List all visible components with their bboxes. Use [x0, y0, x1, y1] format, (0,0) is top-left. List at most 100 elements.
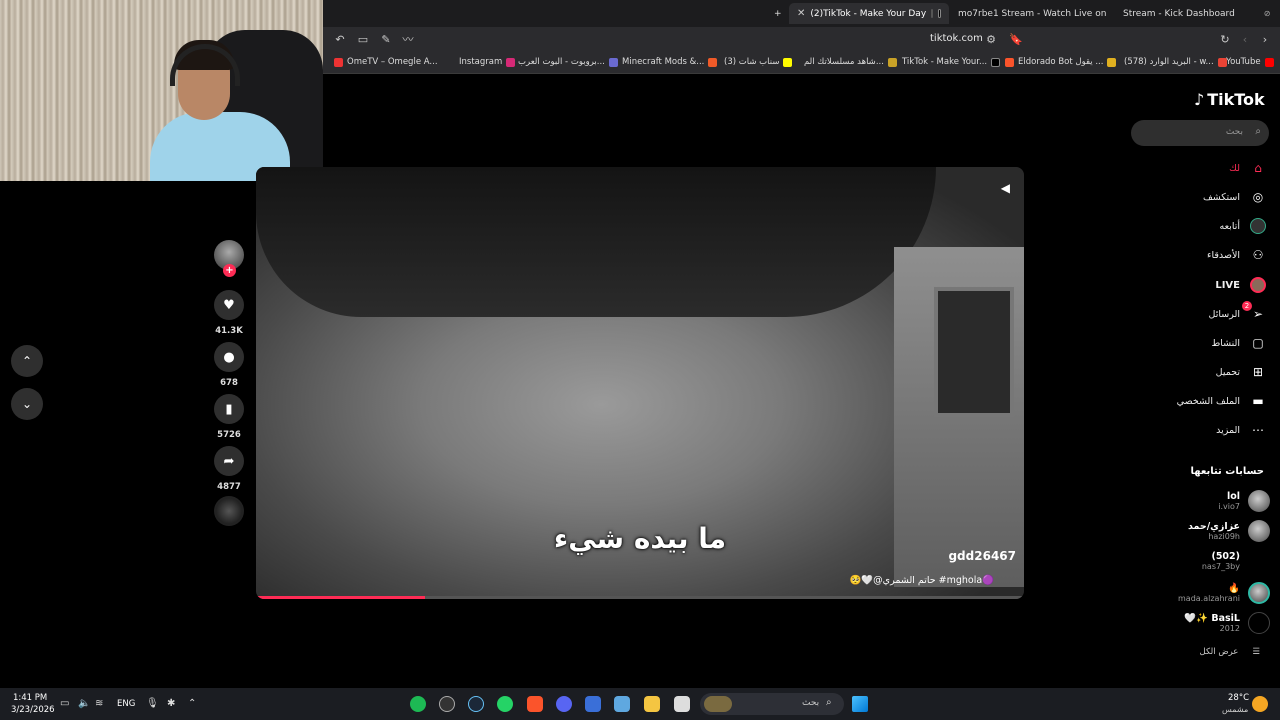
undo-icon[interactable]: ↶: [332, 32, 348, 48]
microphone-icon[interactable]: 🎙: [146, 698, 159, 709]
avatar: [1248, 520, 1270, 542]
follow-button[interactable]: +: [223, 264, 236, 277]
bluetooth-icon[interactable]: ✱: [167, 698, 175, 709]
task-view-icon[interactable]: [674, 696, 690, 712]
site-settings-icon[interactable]: ⚙: [983, 32, 999, 48]
bookmark-tiktok[interactable]: TikTok - Make Your...: [902, 57, 1001, 67]
bookmark-icon[interactable]: ▮: [214, 394, 244, 424]
battery-icon[interactable]: ▭: [60, 698, 69, 709]
bookmark-series[interactable]: شاهد مسلسلاتك الم...: [804, 57, 897, 67]
brave-icon: [1005, 57, 1014, 67]
following-account[interactable]: 🤍✨ BasiL 2012: [1184, 610, 1270, 636]
bookmark-icon[interactable]: 🔖: [1008, 32, 1024, 48]
share-icon[interactable]: ➦: [214, 446, 244, 476]
next-video-button[interactable]: ⌄: [11, 388, 43, 420]
comment-icon[interactable]: ●: [214, 342, 244, 372]
steam-icon[interactable]: [468, 696, 484, 712]
friends-icon: ⚇: [1252, 248, 1264, 262]
following-account[interactable]: 🔥 mada.alzahrani: [1178, 580, 1270, 606]
tab-kick-stream[interactable]: mo7rbe1 Stream - Watch Live on Kick: [950, 3, 1108, 24]
clock-date[interactable]: 3/23/2026: [11, 705, 55, 715]
avatar: [1248, 612, 1270, 634]
like-action: ♥ 41.3K: [214, 290, 244, 336]
windows-start-icon[interactable]: [852, 696, 868, 712]
address-bar[interactable]: tiktok.com: [930, 33, 983, 44]
previous-video-button[interactable]: ⌃: [11, 345, 43, 377]
tab-tiktok[interactable]: ✕ (2)TikTok - Make Your Day: [789, 3, 949, 24]
video-player[interactable]: ◀ ما بيده شيء gdd26467 🥺🤍@حاتم الشمري #m…: [256, 167, 1024, 599]
volume-icon[interactable]: 🔈: [78, 698, 90, 709]
video-author[interactable]: gdd26467: [948, 549, 1016, 563]
save-action: ▮ 5726: [214, 394, 244, 440]
photos-icon[interactable]: [614, 696, 630, 712]
taskbar-search[interactable]: بحث ⌕: [700, 693, 844, 715]
progress-bar[interactable]: [256, 596, 1024, 599]
bookmark-snapchat[interactable]: (3) سناب شات: [724, 57, 793, 67]
chevron-up-icon: ⌃: [21, 354, 33, 368]
mute-tab-icon[interactable]: [931, 9, 933, 18]
nav-live[interactable]: LIVE: [1215, 275, 1266, 295]
compass-icon: ◎: [1252, 190, 1264, 204]
tiktok-logo[interactable]: ♪ TikTok: [1194, 90, 1265, 109]
brave-icon[interactable]: [527, 696, 543, 712]
volume-icon[interactable]: ◀: [1001, 181, 1010, 195]
film-icon: [887, 57, 897, 67]
following-account[interactable]: (502) nas7_3by: [1202, 548, 1270, 574]
reload-icon[interactable]: ↻: [1217, 32, 1233, 48]
nav-more[interactable]: المزيد ⋯: [1216, 420, 1266, 440]
file-explorer-icon[interactable]: [644, 696, 660, 712]
nav-following[interactable]: أتابعه: [1220, 216, 1266, 236]
nav-upload[interactable]: تحميل ⊞: [1216, 362, 1266, 382]
ometv-icon: [334, 57, 343, 67]
tab-kick-dashboard[interactable]: Stream - Kick Dashboard ⊘: [1115, 3, 1275, 24]
bookmark-youtube[interactable]: YouTube: [1226, 57, 1274, 67]
nav-for-you[interactable]: لك ⌂: [1229, 158, 1266, 178]
language-indicator[interactable]: ENG: [117, 699, 135, 709]
github-icon[interactable]: [439, 696, 455, 712]
tab-title: mo7rbe1 Stream - Watch Live on Kick: [958, 8, 1108, 19]
spotify-icon[interactable]: [410, 696, 426, 712]
mute-tab-icon[interactable]: ⊘: [1264, 9, 1271, 18]
new-tab-button[interactable]: +: [766, 3, 784, 24]
tools-icon[interactable]: ✎: [378, 32, 394, 48]
nav-messages[interactable]: الرسائل ➢ 2: [1209, 301, 1266, 324]
heart-icon[interactable]: ♥: [214, 290, 244, 320]
following-account[interactable]: lol i.vio7: [1218, 488, 1270, 514]
upload-icon: ⊞: [1252, 365, 1264, 379]
weather-description[interactable]: مشمس: [1222, 705, 1248, 714]
nav-activity[interactable]: النشاط ▢: [1211, 333, 1266, 353]
close-icon[interactable]: ✕: [797, 8, 805, 19]
bookmark-probot[interactable]: بروبوت - البوت العرب...: [518, 57, 618, 67]
back-icon[interactable]: ‹: [1237, 32, 1253, 48]
bookmark-eldorado[interactable]: Eldorado Bot يقول ...: [1005, 57, 1117, 67]
draw-icon[interactable]: 〰: [400, 32, 416, 48]
see-all-link[interactable]: عرض الكل ☰: [1200, 647, 1260, 657]
activity-icon: ▢: [1252, 336, 1264, 350]
video-frame-hair: [256, 167, 936, 317]
chevron-up-icon[interactable]: ⌃: [188, 698, 196, 709]
tiktok-icon: [991, 57, 1001, 67]
screen-icon[interactable]: ▭: [355, 32, 371, 48]
bookmark-minecraft[interactable]: Minecraft Mods &...: [622, 57, 718, 67]
following-account[interactable]: عزازي/حمد hazi09h: [1188, 518, 1270, 544]
following-icon: [1250, 218, 1266, 234]
bookmark-gmail[interactable]: (578) البريد الوارد - w...: [1124, 57, 1227, 67]
weather-sun-icon[interactable]: [1252, 696, 1268, 712]
bookmark-instagram[interactable]: Instagram: [459, 57, 516, 67]
forward-icon[interactable]: ›: [1257, 32, 1273, 48]
store-icon[interactable]: [585, 696, 601, 712]
wifi-icon[interactable]: ≋: [95, 698, 103, 709]
clock-time[interactable]: 1:41 PM: [13, 693, 47, 703]
live-icon: [1250, 277, 1266, 293]
whatsapp-icon[interactable]: [497, 696, 513, 712]
nav-profile[interactable]: الملف الشخصي ▬: [1177, 391, 1266, 411]
more-icon: ⋯: [1252, 423, 1264, 437]
nav-friends[interactable]: الأصدقاء ⚇: [1207, 245, 1266, 265]
search-input[interactable]: بحث ⌕: [1131, 120, 1269, 146]
discord-icon[interactable]: [556, 696, 572, 712]
bookmark-ometv[interactable]: OmeTV – Omegle A...: [334, 57, 438, 67]
sound-disc[interactable]: [214, 496, 244, 526]
nav-explore[interactable]: استكشف ◎: [1203, 187, 1266, 207]
weather-temperature[interactable]: 28°C: [1228, 693, 1249, 703]
home-icon: ⌂: [1254, 161, 1262, 175]
